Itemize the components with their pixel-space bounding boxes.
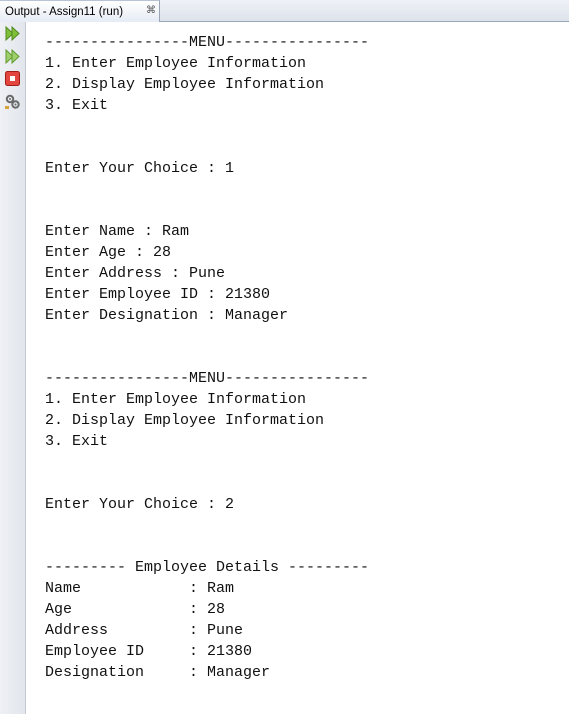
console-line: ----------------MENU---------------- xyxy=(45,34,370,51)
console-line: Age : 28 xyxy=(45,601,226,618)
console-line: Enter Address : Pune xyxy=(45,265,226,282)
rerun-icon[interactable] xyxy=(4,25,21,42)
console-line: ----------------MENU---------------- xyxy=(45,370,370,387)
console-line: Enter Employee ID : 21380 xyxy=(45,286,271,303)
console-line: Enter Age : 28 xyxy=(45,244,172,261)
console-line: Enter Name : Ram xyxy=(45,223,190,240)
output-toolbar xyxy=(0,22,26,714)
output-tab-bar: Output - Assign11 (run) ⌘ xyxy=(0,0,569,22)
console-line: 1. Enter Employee Information xyxy=(45,391,307,408)
console-line: Name : Ram xyxy=(45,580,235,597)
output-tab-title: Output - Assign11 (run) xyxy=(5,5,124,18)
console-line: Enter Your Choice : 1 xyxy=(45,160,235,177)
console-line: --------- Employee Details --------- xyxy=(45,559,370,576)
console-line: 1. Enter Employee Information xyxy=(45,55,307,72)
console-line: Enter Your Choice : 2 xyxy=(45,496,235,513)
console-line: 3. Exit xyxy=(45,433,109,450)
console-line: Address : Pune xyxy=(45,622,244,639)
settings-icon[interactable] xyxy=(4,93,21,110)
stop-icon[interactable] xyxy=(4,70,21,87)
console-line: Designation : Manager xyxy=(45,664,271,681)
rerun-with-options-icon[interactable] xyxy=(4,48,21,65)
console-line: Enter Designation : Manager xyxy=(45,307,289,324)
close-tab-icon[interactable]: ⌘ xyxy=(146,5,156,17)
console-line: 2. Display Employee Information xyxy=(45,412,325,429)
console-line: 2. Display Employee Information xyxy=(45,76,325,93)
console-line: Employee ID : 21380 xyxy=(45,643,253,660)
console-output: ----------------MENU---------------- 1. E… xyxy=(45,32,369,683)
console-line: 3. Exit xyxy=(45,97,109,114)
output-tab[interactable]: Output - Assign11 (run) ⌘ xyxy=(0,0,160,22)
